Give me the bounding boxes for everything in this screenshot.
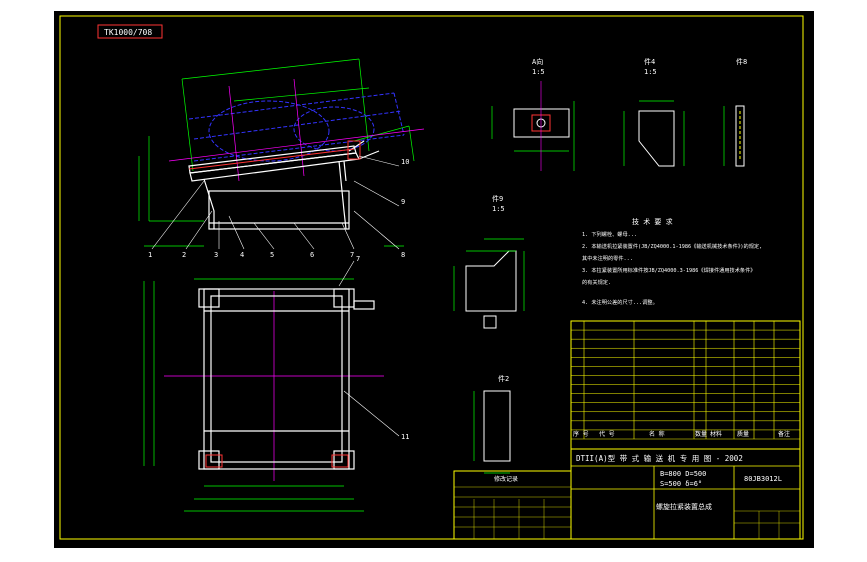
- view-a-label: A向: [532, 57, 543, 66]
- elevation-callouts: 1 2 3 4 5 6 7 8 9 10: [148, 158, 409, 259]
- bom-header-weight: 质量: [737, 430, 749, 438]
- part4-scale: 1:5: [644, 68, 657, 76]
- elevation-frame: [188, 140, 380, 230]
- bom-header-note: 备注: [778, 430, 790, 438]
- part9-view: 件9 1:5: [453, 194, 525, 329]
- callout-3: 3: [214, 251, 218, 259]
- part9-scale: 1:5: [492, 205, 505, 213]
- part9-label: 件9: [492, 194, 503, 203]
- part4-view: 件4 1:5: [623, 57, 685, 167]
- part8-label: 件8: [736, 57, 747, 66]
- plan-leaders: [338, 260, 400, 437]
- cad-viewport[interactable]: TK1000/708 1 2 3 4 5 6 7 8 9 10 7 11 A向 …: [54, 11, 814, 548]
- bom-header-code: 代 号: [599, 430, 615, 438]
- tech-req-line: 的有关规定.: [582, 278, 611, 286]
- plan-callouts: 7 11: [356, 255, 409, 441]
- drawing-number: 80JB3012L: [744, 475, 782, 483]
- callout-4: 4: [240, 251, 244, 259]
- plan-dimensions: [143, 278, 364, 512]
- tech-req-line: 3. 本拉紧装置所用标准件按JB/ZQ4000.3-1986《焊接件通用技术条件…: [582, 266, 755, 274]
- part4-label: 件4: [644, 57, 655, 66]
- title-params-1: B=800 D=500: [660, 470, 706, 478]
- plan-centerlines: [164, 291, 384, 481]
- bom-header-name: 名 称: [649, 430, 665, 438]
- drawing-name: 螺旋拉紧装置总成: [656, 502, 712, 511]
- callout-9: 9: [401, 198, 405, 206]
- callout-7: 7: [350, 251, 354, 259]
- bom-table: 序 号 代 号 名 称 数量 材料 质量 备注: [570, 320, 801, 450]
- tech-requirements: 技 术 要 求 1. 下列螺栓、螺母... 2. 本输送机拉紧装置件(JB/ZQ…: [582, 217, 762, 306]
- elevation-view: [138, 58, 425, 250]
- tech-req-line: 4. 未注明公差的尺寸...调整。: [582, 298, 658, 306]
- view-a: A向 1:5: [491, 57, 575, 171]
- view-a-scale: 1:5: [532, 68, 545, 76]
- plan-view: [143, 260, 400, 512]
- bom-header-material: 材料: [710, 430, 722, 438]
- bom-header-qty: 数量: [695, 430, 707, 438]
- code-tag: TK1000/708: [104, 28, 152, 37]
- tech-req-line: 2. 本输送机拉紧装置件(JB/ZQ4000.1-1986《输送机械技术条件》)…: [582, 242, 762, 250]
- title-series: DTII(A)型 带 式 输 送 机 专 用 图 - 2002: [576, 453, 743, 463]
- title-params-2: S=500 δ=6°: [660, 480, 702, 488]
- elevation-dimensions: [138, 58, 415, 247]
- tech-req-line: 其中未注明的零件...: [582, 254, 633, 262]
- tech-req-title: 技 术 要 求: [632, 217, 673, 226]
- callout-plan-11: 11: [401, 433, 409, 441]
- revision-header: 修改记录: [494, 475, 518, 483]
- tech-req-line: 1. 下列螺栓、螺母...: [582, 230, 637, 238]
- part8-view: 件8: [723, 57, 747, 167]
- part2-view: 件2: [473, 374, 511, 474]
- callout-1: 1: [148, 251, 152, 259]
- plan-accent: [205, 454, 349, 468]
- callout-8: 8: [401, 251, 405, 259]
- callout-plan-7: 7: [356, 255, 360, 263]
- title-block: DTII(A)型 带 式 输 送 机 专 用 图 - 2002 B=800 D=…: [570, 448, 801, 540]
- part2-label: 件2: [498, 374, 509, 383]
- callout-5: 5: [270, 251, 274, 259]
- drawing-canvas: TK1000/708 1 2 3 4 5 6 7 8 9 10 7 11 A向 …: [59, 15, 804, 540]
- plan-frame: [198, 288, 375, 470]
- callout-6: 6: [310, 251, 314, 259]
- revision-block: 修改记录: [453, 470, 572, 540]
- bom-header-seq: 序 号: [573, 430, 589, 438]
- callout-10: 10: [401, 158, 409, 166]
- callout-2: 2: [182, 251, 186, 259]
